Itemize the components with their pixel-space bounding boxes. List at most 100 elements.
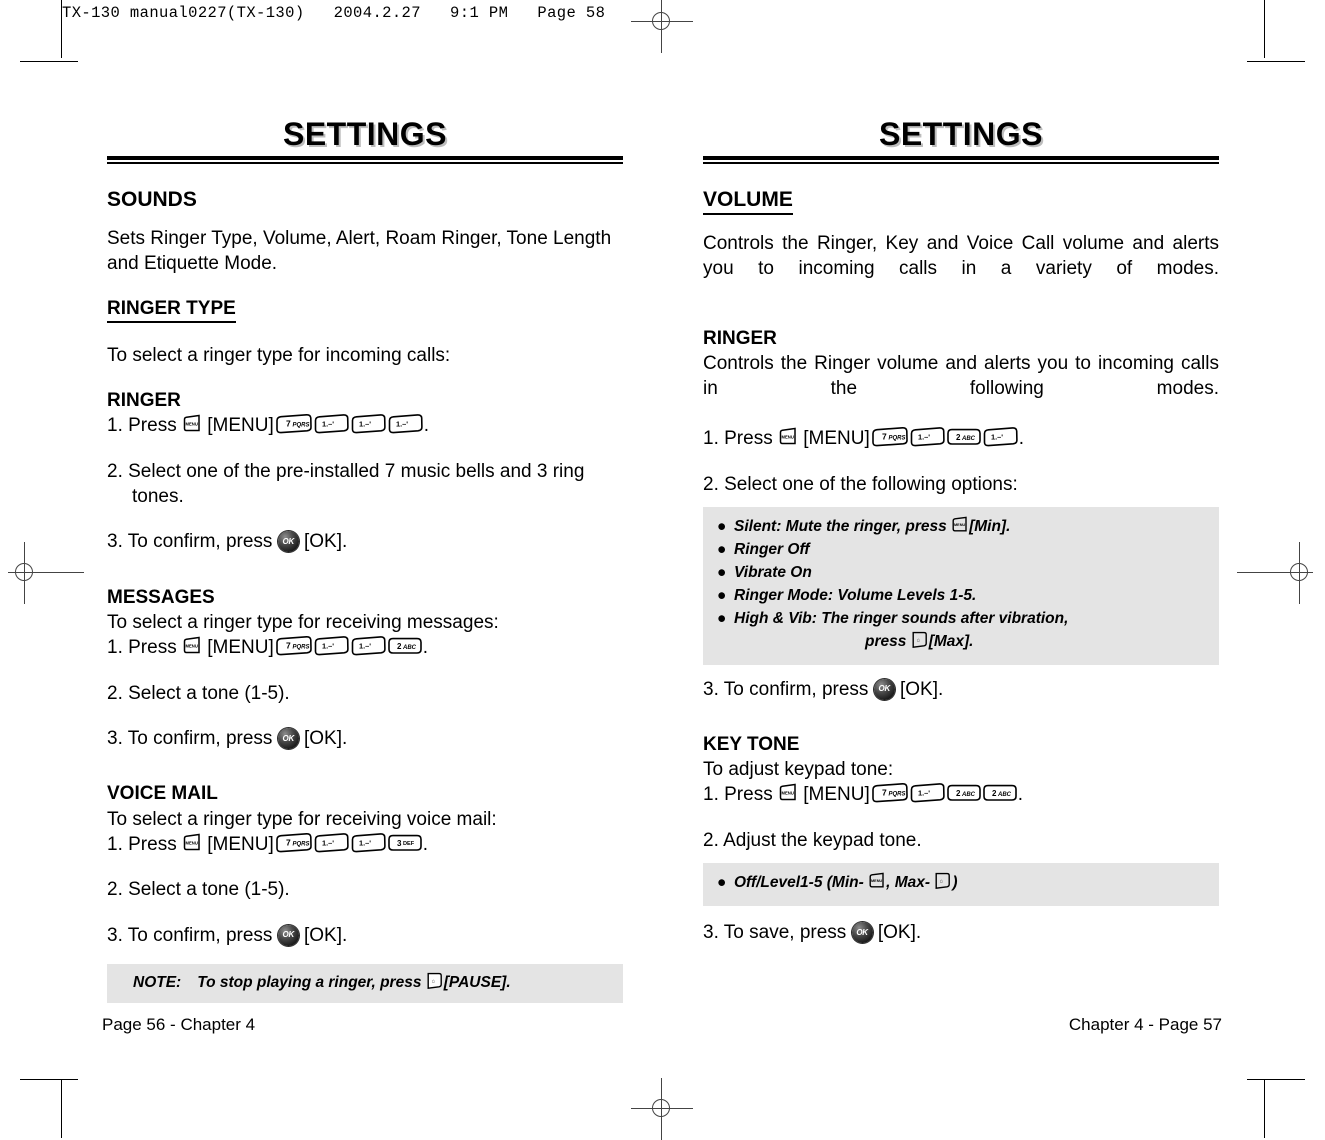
ok-icon-label: OK — [282, 536, 295, 546]
key-tone-step1-period: . — [1017, 784, 1024, 806]
registration-mark-top — [631, 0, 693, 53]
footer-right: Chapter 4 - Page 57 — [1068, 1015, 1222, 1034]
svg-text:2: 2 — [956, 789, 961, 798]
svg-text:MENU: MENU — [782, 435, 794, 440]
note-text-before: To stop playing a ringer, press — [197, 973, 422, 991]
crop-mark-bottom-left-horizontal — [20, 1079, 78, 1080]
keypad-key-1-icon: 1.–' — [313, 636, 350, 656]
crop-mark-top-left-horizontal — [20, 61, 78, 62]
voice-mail-step1-prefix: 1. Press — [107, 833, 177, 855]
subheading-key-tone: KEY TONE — [703, 734, 800, 756]
note-label: NOTE: — [133, 973, 182, 991]
key-tone-level-item: ● Off/Level1-5 (Min- MENU , Max- ⌂ ) — [717, 872, 1205, 895]
keypad-key-1-icon: 1.–' — [313, 414, 350, 434]
bullet-icon: ● — [717, 609, 727, 627]
ok-icon-label: OK — [282, 733, 295, 743]
svg-text:MENU: MENU — [954, 523, 965, 527]
voice-mail-step-2: 2. Select a tone (1-5). — [107, 879, 290, 901]
page-title-left: SETTINGS — [282, 116, 447, 152]
svg-text:7: 7 — [882, 432, 887, 442]
voice-mail-step3-ok-label: [OK]. — [304, 924, 348, 946]
ok-icon-label: OK — [282, 930, 295, 940]
ringer-right-intro: Controls the Ringer volume and alerts yo… — [703, 353, 1219, 400]
svg-text:7: 7 — [882, 788, 887, 798]
ringer-step1-prefix: 1. Press — [107, 415, 177, 437]
note-box: NOTE: To stop playing a ringer, press ⌂ [… — [107, 963, 623, 1003]
svg-text:MENU: MENU — [186, 421, 198, 426]
ringer-right-step-1: 1. Press MENU [MENU] 7 PQRS 1.–' 2 ABC 1… — [703, 426, 1219, 451]
ok-icon-label: OK — [856, 927, 868, 937]
messages-step1-menu-label: [MENU] — [207, 637, 274, 659]
ringer-option-item: ● Silent: Mute the ringer, press MENU [Mi… — [717, 516, 1205, 539]
ok-button-icon: OK — [277, 728, 299, 749]
svg-text:2: 2 — [992, 789, 997, 798]
menu-softkey-icon: MENU — [778, 427, 798, 447]
svg-text:⌂: ⌂ — [940, 879, 943, 885]
key-tone-step1-menu-label: [MENU] — [803, 784, 870, 806]
registration-mark-left — [8, 542, 84, 604]
keypad-key-1-icon: 1.–' — [350, 636, 387, 656]
ringer-step3-ok-label: [OK]. — [304, 531, 348, 553]
svg-text:⌂: ⌂ — [431, 979, 434, 985]
keypad-key-7-icon: 7 PQRS — [870, 427, 909, 447]
keypad-key-1-icon: 1.–' — [909, 427, 946, 447]
footer-left: Page 56 - Chapter 4 — [102, 1015, 256, 1034]
right-page-column: SETTINGS VOLUME Controls the Ringer, Key… — [703, 116, 1219, 946]
menu-softkey-icon: MENU — [182, 833, 202, 853]
svg-text:MENU: MENU — [782, 791, 794, 796]
svg-text:PQRS: PQRS — [292, 841, 309, 847]
subheading-messages: MESSAGES — [107, 586, 215, 608]
messages-step-3: 3. To confirm, press OK [OK]. — [107, 726, 623, 751]
key-tone-step-3: 3. To save, press OK [OK]. — [703, 920, 1219, 945]
keypad-key-2-icon: 2 ABC — [982, 783, 1018, 803]
ringer-option-continuation: press ⌂ [Max]. — [717, 631, 1205, 654]
svg-text:1.–': 1.–' — [918, 789, 930, 798]
ringer-option-press-label: press — [865, 632, 907, 650]
page-title-right: SETTINGS — [878, 116, 1043, 152]
ringer-step-1: 1. Press MENU [MENU] 7 PQRS 1.–' 1.–' 1.… — [107, 413, 623, 438]
voice-mail-step1-menu-label: [MENU] — [207, 833, 274, 855]
keypad-key-2-icon: 2 ABC — [387, 636, 423, 656]
messages-step1-period: . — [422, 637, 429, 659]
keypad-key-1-icon: 1.–' — [350, 832, 387, 853]
title-divider-right — [703, 155, 1219, 164]
svg-text:1.–': 1.–' — [322, 641, 334, 650]
svg-text:MENU: MENU — [186, 643, 198, 648]
ok-button-icon: OK — [277, 531, 299, 553]
svg-text:7: 7 — [286, 641, 291, 651]
ok-button-icon: OK — [277, 924, 299, 946]
ringer-option-text: Ringer Mode: Volume Levels 1-5. — [734, 587, 977, 604]
svg-text:1.–': 1.–' — [322, 838, 334, 847]
keypad-key-7-icon: 7 PQRS — [274, 832, 313, 853]
messages-step-1: 1. Press MENU [MENU] 7 PQRS 1.–' 1.–' 2 … — [107, 635, 623, 660]
svg-text:PQRS: PQRS — [888, 436, 905, 442]
menu-softkey-icon: MENU — [182, 636, 202, 656]
svg-text:2: 2 — [956, 433, 961, 442]
ringer-right-step1-menu-label: [MENU] — [803, 428, 870, 450]
ok-icon-label: OK — [878, 684, 891, 694]
messages-step3-prefix: 3. To confirm, press — [107, 728, 273, 749]
ringer-option-text-after: [Min]. — [969, 518, 1011, 536]
registration-mark-right — [1237, 542, 1317, 604]
voice-mail-step3-prefix: 3. To confirm, press — [107, 924, 273, 946]
ringer-step3-prefix: 3. To confirm, press — [107, 531, 273, 553]
svg-text:MENU: MENU — [871, 879, 882, 883]
ringer-option-max-label: [Max]. — [928, 632, 974, 650]
voice-mail-intro: To select a ringer type for receiving vo… — [107, 808, 497, 830]
left-page-column: SETTINGS SOUNDS Sets Ringer Type, Volume… — [107, 116, 623, 1003]
ringer-right-step1-period: . — [1018, 428, 1025, 450]
ringer-option-text: Vibrate On — [734, 564, 812, 582]
ok-button-icon: OK — [873, 678, 895, 700]
svg-text:1.–': 1.–' — [322, 420, 334, 429]
key-tone-step3-prefix: 3. To save, press — [703, 922, 847, 944]
svg-text:ABC: ABC — [961, 436, 976, 442]
svg-text:1.–': 1.–' — [359, 641, 371, 650]
volume-intro-text: Controls the Ringer, Key and Voice Call … — [703, 232, 1219, 279]
subheading-voice-mail: VOICE MAIL — [107, 783, 218, 805]
section-heading-volume: VOLUME — [703, 188, 793, 215]
menu-softkey-icon: MENU — [778, 783, 798, 803]
title-divider-left — [107, 155, 623, 164]
ringer-step-3: 3. To confirm, press OK [OK]. — [107, 529, 623, 554]
ringer-option-text: High & Vib: The ringer sounds after vibr… — [734, 609, 1069, 627]
keypad-key-7-icon: 7 PQRS — [274, 414, 313, 434]
